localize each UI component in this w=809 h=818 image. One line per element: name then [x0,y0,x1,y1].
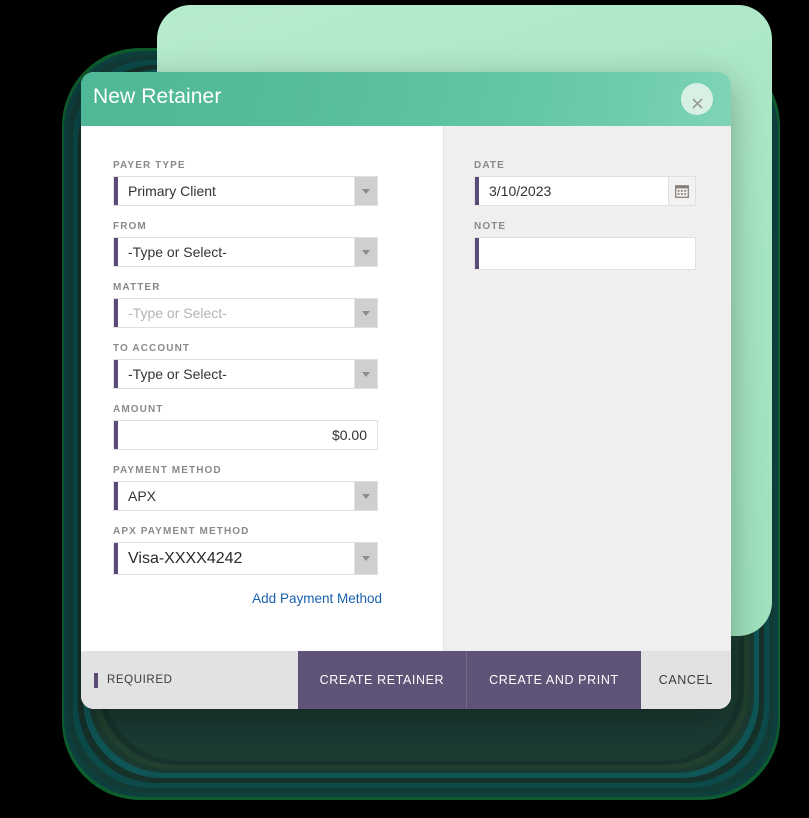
create-retainer-button[interactable]: CREATE RETAINER [297,651,467,709]
chevron-down-icon [362,249,370,255]
right-form-column: DATE 3/10/2023 NOTE [443,126,731,651]
field-label-matter: MATTER [113,282,161,293]
page-title: New Retainer [93,85,222,108]
payer-type-select[interactable]: Primary Client [113,176,378,206]
date-value: 3/10/2023 [489,183,552,199]
field-label-amount: AMOUNT [113,404,164,415]
field-matter: MATTER -Type or Select- [113,282,443,328]
field-label-payer-type: PAYER TYPE [113,160,186,171]
matter-dropdown-button[interactable] [354,299,377,327]
field-label-date: DATE [474,160,505,171]
apx-payment-method-dropdown-button[interactable] [354,543,377,574]
create-and-print-button[interactable]: CREATE AND PRINT [466,651,641,709]
required-label: REQUIRED [107,674,173,686]
to-account-select[interactable]: -Type or Select- [113,359,378,389]
dialog-body: PAYER TYPE Primary Client FROM -Type or … [81,126,731,651]
required-legend: REQUIRED [81,651,298,709]
calendar-icon [675,185,689,198]
add-payment-method-row: Add Payment Method [113,590,382,608]
payer-type-value: Primary Client [128,183,216,199]
field-amount: AMOUNT $0.00 [113,404,443,450]
amount-input[interactable]: $0.00 [113,420,378,450]
from-value: -Type or Select- [128,244,227,260]
required-marker [94,672,98,688]
chevron-down-icon [362,371,370,377]
field-from: FROM -Type or Select- [113,221,443,267]
from-dropdown-button[interactable] [354,238,377,266]
to-account-dropdown-button[interactable] [354,360,377,388]
new-retainer-dialog: New Retainer PAYER TYPE Primary Client F… [81,72,731,709]
dialog-header: New Retainer [81,72,731,126]
amount-value: $0.00 [331,427,367,443]
matter-value: -Type or Select- [128,305,227,321]
field-label-to-account: TO ACCOUNT [113,343,191,354]
add-payment-method-link[interactable]: Add Payment Method [252,591,382,606]
field-label-payment-method: PAYMENT METHOD [113,465,222,476]
left-form-column: PAYER TYPE Primary Client FROM -Type or … [81,126,443,651]
dialog-footer: REQUIRED CREATE RETAINER CREATE AND PRIN… [81,651,731,709]
cancel-button[interactable]: CANCEL [640,651,731,709]
chevron-down-icon [362,556,370,561]
chevron-down-icon [362,310,370,316]
field-payer-type: PAYER TYPE Primary Client [113,160,443,206]
apx-payment-method-value: Visa-XXXX4242 [128,549,243,567]
field-payment-method: PAYMENT METHOD APX [113,465,443,511]
apx-payment-method-select[interactable]: Visa-XXXX4242 [113,542,378,575]
close-icon [691,97,703,109]
note-value [479,238,695,269]
payment-method-select[interactable]: APX [113,481,378,511]
matter-select[interactable]: -Type or Select- [113,298,378,328]
payer-type-dropdown-button[interactable] [354,177,377,205]
date-input[interactable]: 3/10/2023 [474,176,696,206]
field-label-apx-payment-method: APX PAYMENT METHOD [113,526,250,537]
field-apx-payment-method: APX PAYMENT METHOD Visa-XXXX4242 [113,526,443,575]
field-label-note: NOTE [474,221,507,232]
payment-method-value: APX [128,488,157,504]
field-to-account: TO ACCOUNT -Type or Select- [113,343,443,389]
date-picker-button[interactable] [668,177,695,205]
payment-method-dropdown-button[interactable] [354,482,377,510]
close-button[interactable] [681,83,713,115]
to-account-value: -Type or Select- [128,366,227,382]
note-input[interactable] [474,237,696,270]
field-note: NOTE [474,221,731,270]
field-label-from: FROM [113,221,147,232]
chevron-down-icon [362,493,370,499]
chevron-down-icon [362,188,370,194]
from-select[interactable]: -Type or Select- [113,237,378,267]
field-date: DATE 3/10/2023 [474,160,731,206]
